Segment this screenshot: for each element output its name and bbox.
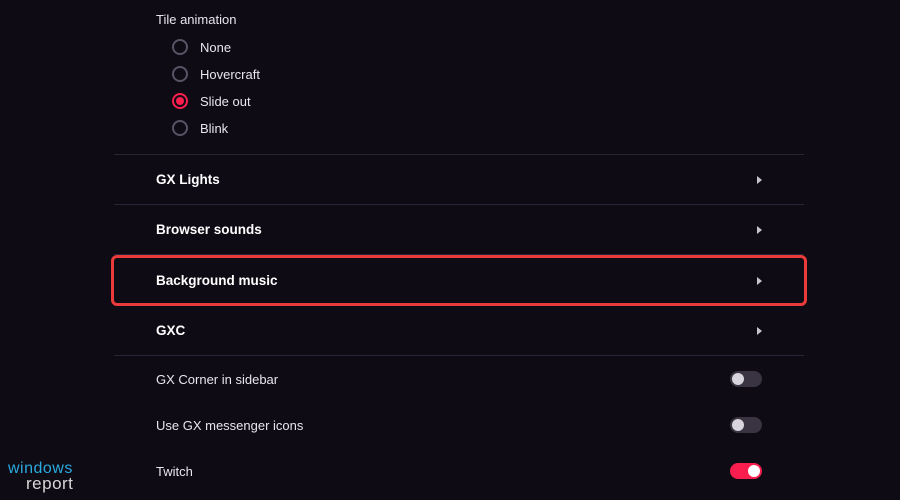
chevron-right-icon <box>757 176 762 184</box>
chevron-right-icon <box>757 226 762 234</box>
watermark: windows report <box>8 461 73 492</box>
radio-option-hovercraft[interactable]: Hovercraft <box>172 66 762 82</box>
radio-option-none[interactable]: None <box>172 39 762 55</box>
tile-animation-title: Tile animation <box>156 12 762 27</box>
toggle-knob <box>732 419 744 431</box>
toggle-knob <box>732 373 744 385</box>
radio-icon <box>172 39 188 55</box>
toggle-switch[interactable] <box>730 417 762 433</box>
toggle-switch[interactable] <box>730 371 762 387</box>
expand-label: GXC <box>156 323 185 338</box>
tile-animation-group: Tile animation None Hovercraft Slide out… <box>114 0 804 155</box>
expand-row-gxc[interactable]: GXC <box>114 306 804 356</box>
chevron-right-icon <box>757 277 762 285</box>
radio-label: None <box>200 40 231 55</box>
watermark-line2: report <box>8 476 73 492</box>
expand-label: Background music <box>156 273 278 288</box>
toggle-row-gx-corner-in-sidebar: GX Corner in sidebar <box>114 356 804 402</box>
toggle-row-use-gx-messenger-icons: Use GX messenger icons <box>114 402 804 448</box>
toggle-switch[interactable] <box>730 463 762 479</box>
toggle-label: Use GX messenger icons <box>156 418 303 433</box>
expand-label: GX Lights <box>156 172 220 187</box>
radio-label: Hovercraft <box>200 67 260 82</box>
radio-option-slide-out[interactable]: Slide out <box>172 93 762 109</box>
radio-option-blink[interactable]: Blink <box>172 120 762 136</box>
toggle-label: GX Corner in sidebar <box>156 372 278 387</box>
radio-icon <box>172 93 188 109</box>
toggle-row-twitch: Twitch <box>114 448 804 494</box>
tile-animation-options: None Hovercraft Slide out Blink <box>156 39 762 136</box>
expand-row-background-music[interactable]: Background music <box>111 255 807 306</box>
expand-row-browser-sounds[interactable]: Browser sounds <box>114 205 804 255</box>
radio-label: Blink <box>200 121 228 136</box>
radio-icon <box>172 66 188 82</box>
settings-panel: Tile animation None Hovercraft Slide out… <box>114 0 804 500</box>
chevron-right-icon <box>757 327 762 335</box>
radio-icon <box>172 120 188 136</box>
toggle-knob <box>748 465 760 477</box>
radio-label: Slide out <box>200 94 251 109</box>
toggle-label: Twitch <box>156 464 193 479</box>
expand-label: Browser sounds <box>156 222 262 237</box>
expand-row-gx-lights[interactable]: GX Lights <box>114 155 804 205</box>
